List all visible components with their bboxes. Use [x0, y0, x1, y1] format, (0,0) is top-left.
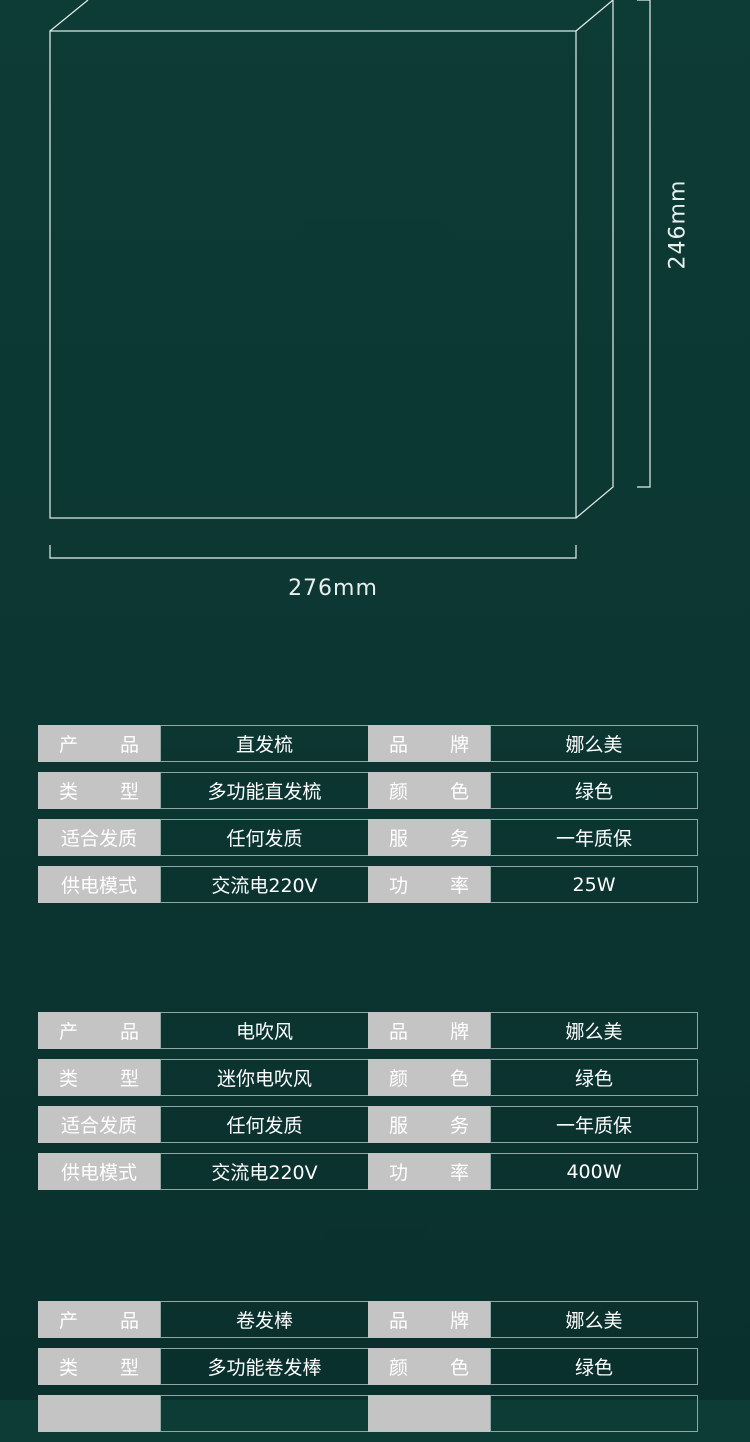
row-label: 品 牌 — [368, 1012, 490, 1049]
table-row: 产 品 电吹风 品 牌 娜么美 — [38, 1012, 698, 1049]
table-row: 产 品 卷发棒 品 牌 娜么美 — [38, 1301, 698, 1338]
width-dimension-label: 276mm — [288, 576, 378, 601]
row-label: 产 品 — [38, 725, 160, 762]
row-label: 类 型 — [38, 1348, 160, 1385]
row-value: 绿色 — [490, 772, 698, 809]
table-row: 适合发质 任何发质 服 务 一年质保 — [38, 819, 698, 856]
height-dimension-line — [637, 0, 651, 488]
row-value: 直发梳 — [160, 725, 368, 762]
row-label: 品 牌 — [368, 1301, 490, 1338]
row-label: 适合发质 — [38, 819, 160, 856]
row-value: 多功能卷发棒 — [160, 1348, 368, 1385]
row-value: 娜么美 — [490, 725, 698, 762]
row-label: 功 率 — [368, 866, 490, 903]
table-row: 产 品 直发梳 品 牌 娜么美 — [38, 725, 698, 762]
box-front-face — [49, 30, 577, 519]
row-label: 供电模式 — [38, 1153, 160, 1190]
spec-table-curling-iron: 产 品 卷发棒 品 牌 娜么美 类 型 多功能卷发棒 颜 色 绿色 — [38, 1301, 698, 1442]
box-top-edge-right — [575, 0, 614, 32]
row-value — [160, 1395, 368, 1432]
row-value: 电吹风 — [160, 1012, 368, 1049]
table-row: 适合发质 任何发质 服 务 一年质保 — [38, 1106, 698, 1143]
row-label: 类 型 — [38, 1059, 160, 1096]
row-value: 迷你电吹风 — [160, 1059, 368, 1096]
row-value: 多功能直发梳 — [160, 772, 368, 809]
row-value: 一年质保 — [490, 819, 698, 856]
row-value: 娜么美 — [490, 1012, 698, 1049]
row-value: 400W — [490, 1153, 698, 1190]
row-value: 交流电220V — [160, 1153, 368, 1190]
row-label: 品 牌 — [368, 725, 490, 762]
row-value — [490, 1395, 698, 1432]
table-row-partial — [38, 1395, 698, 1432]
table-row: 类 型 多功能直发梳 颜 色 绿色 — [38, 772, 698, 809]
row-label: 颜 色 — [368, 772, 490, 809]
row-label: 适合发质 — [38, 1106, 160, 1143]
row-value: 任何发质 — [160, 1106, 368, 1143]
row-label: 产 品 — [38, 1012, 160, 1049]
table-row: 供电模式 交流电220V 功 率 25W — [38, 866, 698, 903]
row-value: 卷发棒 — [160, 1301, 368, 1338]
box-right-face — [575, 0, 614, 519]
row-value: 绿色 — [490, 1059, 698, 1096]
row-label: 颜 色 — [368, 1059, 490, 1096]
row-value: 任何发质 — [160, 819, 368, 856]
row-label — [38, 1395, 160, 1432]
row-value: 娜么美 — [490, 1301, 698, 1338]
row-value: 一年质保 — [490, 1106, 698, 1143]
table-row: 类 型 多功能卷发棒 颜 色 绿色 — [38, 1348, 698, 1385]
row-label — [368, 1395, 490, 1432]
row-value: 交流电220V — [160, 866, 368, 903]
height-dimension-label: 246mm — [665, 179, 691, 270]
row-label: 功 率 — [368, 1153, 490, 1190]
width-dimension-line — [49, 545, 577, 559]
row-value: 25W — [490, 866, 698, 903]
row-label: 类 型 — [38, 772, 160, 809]
row-label: 服 务 — [368, 1106, 490, 1143]
spec-table-straightener: 产 品 直发梳 品 牌 娜么美 类 型 多功能直发梳 颜 色 绿色 适合发质 任… — [38, 725, 698, 913]
spec-table-hair-dryer: 产 品 电吹风 品 牌 娜么美 类 型 迷你电吹风 颜 色 绿色 适合发质 任何… — [38, 1012, 698, 1200]
row-label: 供电模式 — [38, 866, 160, 903]
row-label: 产 品 — [38, 1301, 160, 1338]
row-label: 颜 色 — [368, 1348, 490, 1385]
table-row: 类 型 迷你电吹风 颜 色 绿色 — [38, 1059, 698, 1096]
row-label: 服 务 — [368, 819, 490, 856]
row-value: 绿色 — [490, 1348, 698, 1385]
box-outline-diagram — [49, 0, 651, 559]
table-row: 供电模式 交流电220V 功 率 400W — [38, 1153, 698, 1190]
box-top-edge-left — [49, 0, 89, 32]
